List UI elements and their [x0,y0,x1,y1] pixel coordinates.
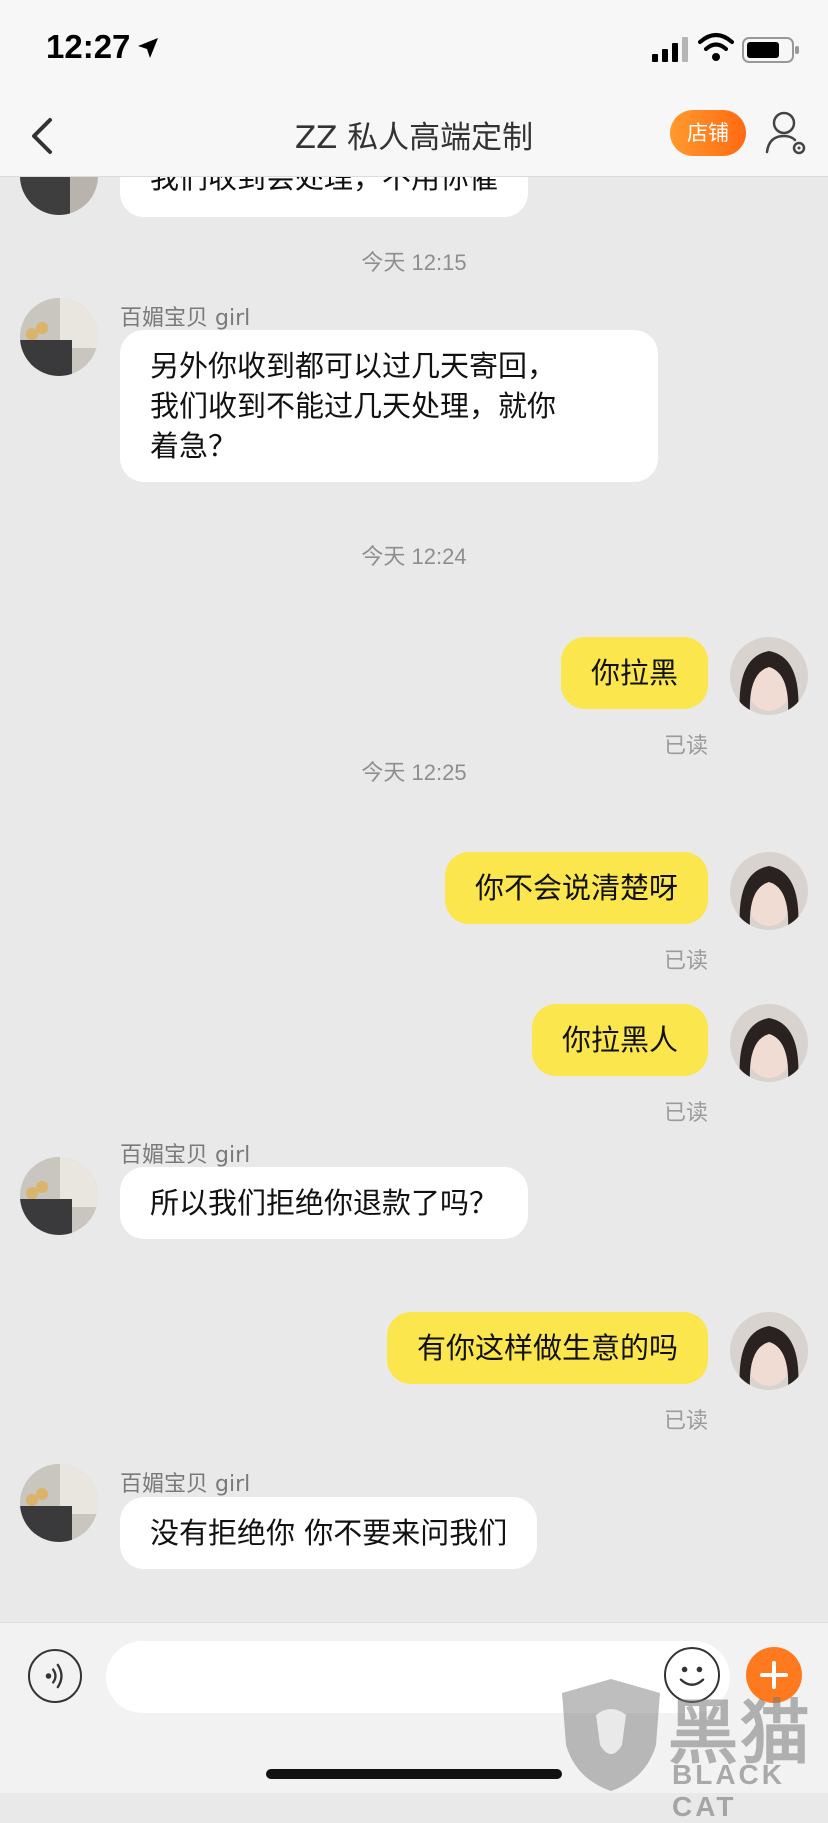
plus-icon[interactable] [746,1647,802,1703]
shop-button[interactable]: 店铺 [670,110,746,156]
sender-name: 百媚宝贝 girl [120,1143,251,1168]
voice-icon[interactable] [28,1649,82,1703]
avatar[interactable] [730,852,808,930]
status-time: 12:27 [46,28,131,65]
message-timestamp: 今天 12:25 [361,760,467,785]
nav-bar: ZZ 私人高端定制 店铺 [0,96,828,177]
battery-icon [742,37,799,63]
message-bubble-incoming[interactable]: 没有拒绝你 你不要来问我们 [120,1497,538,1569]
wifi-icon [698,33,734,61]
avatar[interactable] [20,177,98,215]
location-arrow-icon [138,38,158,58]
avatar[interactable] [20,1464,98,1542]
message-bubble-incoming[interactable]: 另外你收到都可以过几天寄回， 我们收到不能过几天处理，就你 着急？ [120,330,658,482]
input-bar: 黑猫 BLACK CAT [0,1622,828,1822]
message-input[interactable] [106,1641,730,1713]
sender-name: 百媚宝贝 girl [120,1472,251,1497]
avatar[interactable] [20,298,98,376]
read-receipt: 已读 [663,949,708,974]
message-bubble-outgoing[interactable]: 你不会说清楚呀 [444,852,708,924]
chat-area[interactable]: 我们收到会处理，不用你催 今天 12:15 百媚宝贝 girl 另外你收到都可以… [0,177,828,1622]
read-receipt: 已读 [663,1409,708,1434]
sender-name: 百媚宝贝 girl [120,306,251,331]
emoji-icon[interactable] [664,1647,720,1703]
message-bubble-outgoing[interactable]: 你拉黑 [560,637,708,709]
avatar[interactable] [730,637,808,715]
message-bubble-outgoing[interactable]: 你拉黑人 [531,1004,708,1076]
message-timestamp: 今天 12:24 [361,544,467,569]
avatar[interactable] [20,1157,98,1235]
avatar[interactable] [730,1004,808,1082]
message-timestamp: 今天 12:15 [361,250,467,275]
avatar[interactable] [730,1312,808,1390]
user-settings-icon[interactable] [764,108,808,158]
cellular-signal-icon [652,37,688,62]
read-receipt: 已读 [663,1101,708,1126]
status-bar: 12:27 [0,0,828,96]
message-bubble-incoming[interactable]: 我们收到会处理，不用你催 [120,177,529,217]
message-bubble-outgoing[interactable]: 有你这样做生意的吗 [386,1312,708,1384]
watermark-latin: BLACK CAT [672,1759,785,1822]
home-indicator [266,1769,562,1779]
message-bubble-incoming[interactable]: 所以我们拒绝你退款了吗？ [120,1167,529,1239]
